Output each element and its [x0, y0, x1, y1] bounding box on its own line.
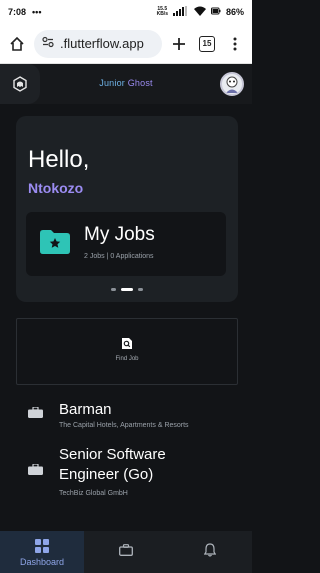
carousel-dot-active[interactable]	[121, 288, 133, 291]
network-speed: 15.5 KB/s	[156, 6, 168, 17]
briefcase-icon	[119, 544, 133, 556]
wifi-icon	[193, 6, 206, 18]
dashboard-icon	[35, 539, 49, 553]
browser-toolbar: .flutterflow.app 15	[0, 24, 252, 64]
tab-switcher-button[interactable]: 15	[196, 33, 218, 55]
app-title: Junior Ghost	[99, 78, 153, 88]
my-jobs-summary: 2 Jobs | 0 Applications	[84, 253, 154, 260]
search-document-icon	[121, 337, 133, 355]
carousel-dot[interactable]	[111, 288, 116, 291]
tab-count: 15	[199, 35, 215, 52]
home-icon[interactable]	[6, 33, 28, 55]
bottom-navigation: Dashboard	[0, 531, 252, 573]
list-item[interactable]: Senior Software Engineer (Go) TechBiz Gl…	[28, 445, 238, 501]
battery-icon	[210, 6, 221, 18]
list-item[interactable]: Barman The Capital Hotels, Apartments & …	[28, 400, 238, 436]
carousel-dot[interactable]	[138, 288, 143, 291]
carousel-indicator	[16, 288, 238, 291]
bell-icon	[204, 543, 216, 557]
my-jobs-title: My Jobs	[84, 224, 155, 245]
new-tab-icon[interactable]	[168, 33, 190, 55]
briefcase-icon	[28, 407, 43, 418]
avatar[interactable]	[220, 72, 244, 96]
status-bar: 7:08 ••• 15.5 KB/s 86%	[0, 0, 252, 24]
job-company: TechBiz Global GmbH	[59, 490, 128, 497]
status-time: 7:08	[8, 7, 27, 17]
nav-jobs[interactable]	[84, 531, 168, 573]
find-job-label: Find Job	[115, 356, 139, 362]
welcome-carousel: Hello, Ntokozo My Jobs 2 Jobs | 0 Applic…	[16, 116, 238, 302]
briefcase-icon	[28, 464, 43, 475]
url-text: .flutterflow.app	[60, 36, 144, 51]
menu-kebab-icon[interactable]	[224, 33, 246, 55]
signal-icon	[172, 6, 189, 18]
address-bar[interactable]: .flutterflow.app	[34, 29, 162, 58]
greeting-text: Hello,	[28, 146, 90, 173]
job-title: Senior Software Engineer (Go)	[59, 446, 166, 483]
nav-dashboard-label: Dashboard	[19, 557, 65, 567]
job-company: The Capital Hotels, Apartments & Resorts	[59, 422, 189, 429]
user-name: Ntokozo	[28, 180, 84, 196]
site-settings-icon[interactable]	[42, 36, 54, 51]
job-title: Barman	[59, 401, 112, 418]
more-dots-icon: •••	[32, 7, 42, 17]
nav-notifications[interactable]	[168, 531, 252, 573]
find-job-button[interactable]: Find Job	[16, 318, 238, 385]
app-header: Junior Ghost	[0, 64, 252, 104]
nav-dashboard[interactable]: Dashboard	[0, 531, 84, 573]
battery-percent: 86%	[225, 7, 244, 17]
my-jobs-card[interactable]: My Jobs 2 Jobs | 0 Applications	[26, 212, 226, 276]
starred-folder-icon	[40, 230, 70, 259]
